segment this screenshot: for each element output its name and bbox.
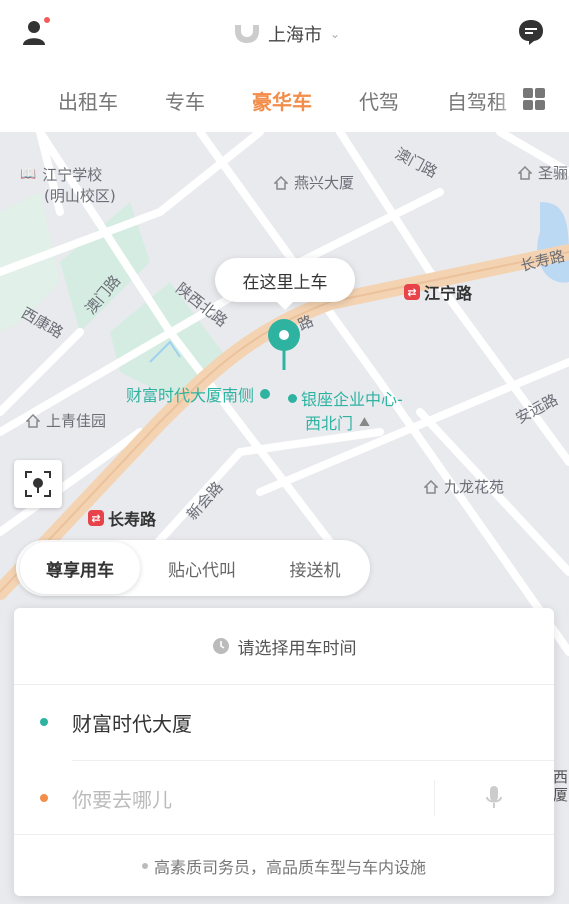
school-branch: (明山校区) xyxy=(44,187,116,205)
pickup-dot-icon xyxy=(260,389,271,399)
tip-text: 高素质司务员，高品质车型与车内设施 xyxy=(153,858,426,877)
map-poi-shangqing[interactable]: 上青佳园 xyxy=(26,410,106,431)
map-poi-sheng[interactable]: 圣骊 xyxy=(518,162,568,183)
metro-label: 长寿路 xyxy=(108,510,157,529)
pickup-pin-icon[interactable] xyxy=(266,318,302,372)
landmark-icon: ⛰ xyxy=(359,414,370,430)
poi-label: 燕兴大厦 xyxy=(294,174,355,192)
edge-label-line: 厦 xyxy=(553,786,569,804)
metro-icon: ⇄ xyxy=(88,510,104,526)
time-prompt: 请选择用车时间 xyxy=(237,638,357,659)
origin-dot-icon xyxy=(40,718,48,726)
map-label-edge: 西 厦 xyxy=(553,768,568,804)
pickup-here-bubble[interactable]: 在这里上车 xyxy=(215,258,355,310)
building-icon xyxy=(424,479,438,494)
locate-icon xyxy=(25,471,51,497)
top-header: 上海市 ⌄ 出租车 专车 豪华车 代驾 自驾租 xyxy=(0,0,569,132)
tabs-fade xyxy=(496,66,520,132)
locate-me-button[interactable] xyxy=(14,460,62,508)
poi-label: 上青佳园 xyxy=(46,412,107,430)
service-tip: 高素质司务员，高品质车型与车内设施 xyxy=(14,834,554,897)
user-avatar-icon[interactable] xyxy=(20,17,50,47)
building-icon xyxy=(26,413,40,428)
clock-icon xyxy=(212,638,229,654)
more-services-grid-icon[interactable] xyxy=(523,88,545,110)
metro-station-jiangning[interactable]: ⇄ 江宁路 xyxy=(404,280,472,304)
ride-type-segmented-control: 尊享用车 贴心代叫 接送机 xyxy=(16,540,370,596)
service-category-tabs: 出租车 专车 豪华车 代驾 自驾租 xyxy=(0,66,569,132)
metro-station-changshou[interactable]: ⇄ 长寿路 xyxy=(88,506,156,530)
map-poi-jiulong[interactable]: 九龙花苑 xyxy=(424,476,504,497)
building-icon xyxy=(274,175,288,190)
map-poi-yinzuo[interactable]: 银座企业中心- 西北门 ⛰ xyxy=(288,386,403,434)
origin-field[interactable]: 财富时代大厦 xyxy=(14,684,554,760)
divider xyxy=(434,780,435,816)
microphone-icon[interactable] xyxy=(484,784,504,812)
metro-icon: ⇄ xyxy=(404,284,420,300)
edge-label-line: 西 xyxy=(553,768,569,786)
tab-airport-transfer[interactable]: 接送机 xyxy=(260,540,370,596)
top-bar: 上海市 ⌄ xyxy=(0,0,569,66)
ride-time-selector[interactable]: 请选择用车时间 xyxy=(14,608,554,685)
pickup-poi-name: 财富时代大厦南侧 xyxy=(126,386,255,405)
destination-field[interactable]: 你要去哪儿 xyxy=(14,760,554,836)
chevron-down-icon: ⌄ xyxy=(330,27,341,41)
map-label-school: 📖 江宁学校 (明山校区) xyxy=(20,164,116,206)
tab-taxi[interactable]: 出租车 xyxy=(58,86,118,115)
school-name: 江宁学校 xyxy=(42,166,103,184)
booking-card: 请选择用车时间 财富时代大厦 你要去哪儿 高素质司务员，高品质车型与车内设施 xyxy=(14,608,554,896)
pickup-poi-label[interactable]: 财富时代大厦南侧 xyxy=(126,382,271,406)
poi-label: 九龙花苑 xyxy=(444,478,505,496)
poi-label: 银座企业中心- xyxy=(301,390,403,409)
map-poi-yanxing[interactable]: 燕兴大厦 xyxy=(274,172,354,193)
poi-dot-icon xyxy=(288,393,297,403)
destination-dot-icon xyxy=(40,794,48,802)
tab-call-for-others[interactable]: 贴心代叫 xyxy=(144,540,260,596)
tab-premier[interactable]: 专车 xyxy=(165,86,205,115)
destination-placeholder: 你要去哪儿 xyxy=(72,787,172,812)
tab-luxe[interactable]: 豪华车 xyxy=(252,86,312,115)
building-icon xyxy=(518,165,532,180)
didi-logo-icon xyxy=(235,25,259,43)
metro-label: 江宁路 xyxy=(424,284,473,303)
city-selector[interactable]: 上海市 ⌄ xyxy=(232,20,340,48)
city-name: 上海市 xyxy=(268,25,322,46)
poi-label: 圣骊 xyxy=(538,164,569,182)
poi-label: 西北门 xyxy=(305,414,354,433)
bullet-icon xyxy=(141,863,148,869)
origin-value: 财富时代大厦 xyxy=(72,711,192,736)
book-icon: 📖 xyxy=(20,167,37,182)
tab-premium-ride[interactable]: 尊享用车 xyxy=(20,542,140,594)
tab-designated-driver[interactable]: 代驾 xyxy=(359,86,399,115)
message-icon[interactable] xyxy=(517,18,545,46)
